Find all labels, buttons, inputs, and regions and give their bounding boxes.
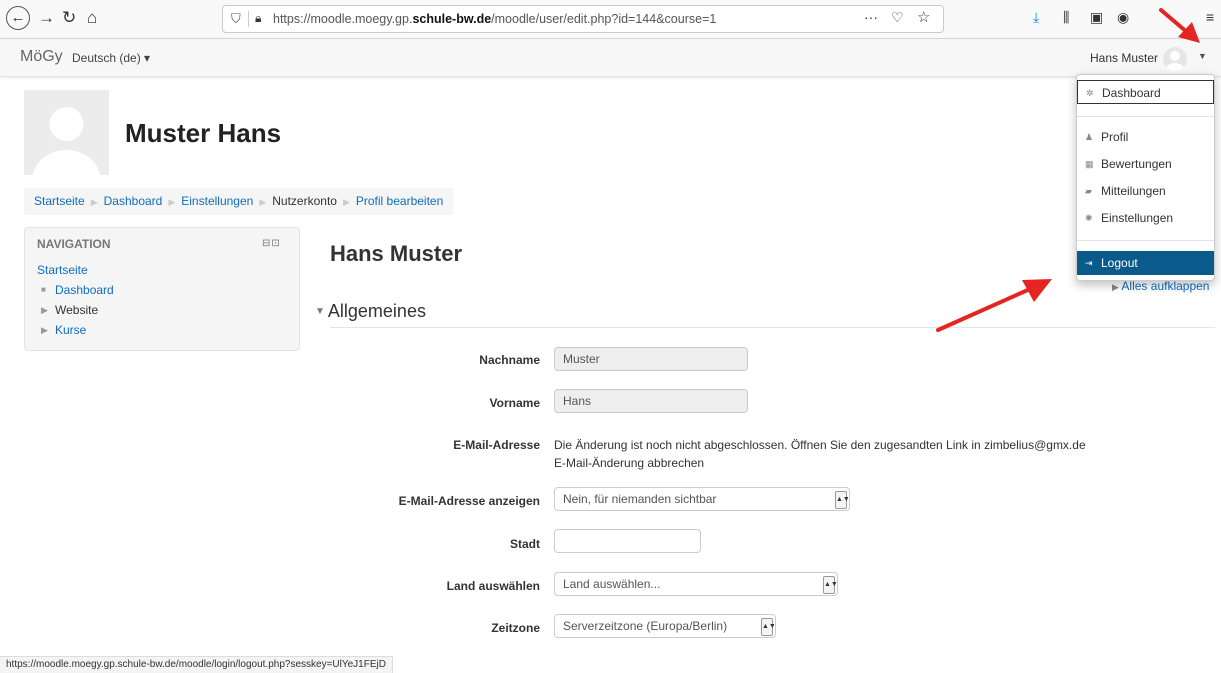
user-menu-name[interactable]: Hans Muster bbox=[1090, 51, 1158, 65]
gear-icon: ✺ bbox=[1085, 213, 1093, 223]
navigation-block-title: NAVIGATION bbox=[37, 237, 111, 251]
zeitzone-select[interactable]: Serverzeitzone (Europa/Berlin) ▲▼ bbox=[554, 614, 776, 638]
sidebar-icon[interactable]: ▣ bbox=[1090, 9, 1103, 26]
select-arrow-icon: ▲▼ bbox=[823, 576, 838, 594]
status-bar-url: https://moodle.moegy.gp.schule-bw.de/moo… bbox=[0, 656, 393, 673]
breadcrumb-divider-icon: ▶ bbox=[90, 197, 98, 207]
comment-icon: ▰ bbox=[1085, 186, 1092, 196]
forward-icon[interactable]: → bbox=[38, 9, 55, 27]
expand-arrow-icon: ▶ bbox=[1112, 282, 1122, 292]
nav-item-kurse[interactable]: Kurse bbox=[55, 323, 86, 337]
menu-separator bbox=[1077, 116, 1214, 117]
expand-arrow-icon[interactable]: ▶ bbox=[41, 303, 48, 317]
logout-icon: ⇥ bbox=[1085, 258, 1093, 268]
menu-icon[interactable]: ≡ bbox=[1206, 9, 1214, 25]
section-allgemeines[interactable]: ▼ Allgemeines bbox=[315, 301, 426, 322]
menu-item-dashboard[interactable]: ✲ Dashboard bbox=[1077, 80, 1214, 104]
download-icon[interactable]: ⤓ bbox=[1033, 9, 1039, 26]
email-change-notice: Die Änderung ist noch nicht abgeschlosse… bbox=[554, 438, 1086, 452]
language-menu[interactable]: Deutsch (de) ▾ bbox=[72, 51, 150, 65]
home-icon[interactable]: ⌂ bbox=[87, 9, 97, 27]
breadcrumb-divider-icon: ▶ bbox=[168, 197, 176, 207]
section-divider bbox=[330, 327, 1215, 328]
breadcrumb-profil-bearbeiten[interactable]: Profil bearbeiten bbox=[356, 194, 443, 208]
dashboard-icon: ✲ bbox=[1086, 88, 1094, 98]
stadt-field[interactable] bbox=[554, 529, 701, 553]
site-brand[interactable]: MöGy bbox=[20, 48, 63, 66]
back-icon[interactable]: ← bbox=[6, 6, 30, 30]
label-stadt: Stadt bbox=[510, 537, 540, 551]
breadcrumb-nutzerkonto: Nutzerkonto bbox=[272, 194, 337, 208]
menu-item-bewertungen[interactable]: ▦ Bewertungen bbox=[1077, 152, 1214, 176]
label-email: E-Mail-Adresse bbox=[453, 438, 540, 452]
block-controls-icon[interactable]: ⊟⊡ bbox=[262, 238, 281, 249]
address-bar[interactable]: ⛉ 🔒︎ https://moodle.moegy.gp.schule-bw.d… bbox=[222, 5, 944, 33]
moodle-navbar: MöGy Deutsch (de) ▾ Hans Muster ▼ bbox=[0, 39, 1221, 77]
vorname-field[interactable]: Hans bbox=[554, 389, 748, 413]
land-select[interactable]: Land auswählen... ▲▼ bbox=[554, 572, 838, 596]
breadcrumb-dashboard[interactable]: Dashboard bbox=[104, 194, 163, 208]
breadcrumb-einstellungen[interactable]: Einstellungen bbox=[181, 194, 253, 208]
urlbar-divider bbox=[248, 11, 249, 27]
label-nachname: Nachname bbox=[479, 353, 540, 367]
breadcrumb-startseite[interactable]: Startseite bbox=[34, 194, 85, 208]
collapse-arrow-icon: ▼ bbox=[315, 306, 325, 317]
shield-icon: ⛉ bbox=[231, 11, 241, 26]
bullet-icon: ■ bbox=[41, 285, 46, 294]
label-vorname: Vorname bbox=[489, 396, 540, 410]
library-icon[interactable]: ⫼ bbox=[1063, 9, 1069, 26]
label-email-display: E-Mail-Adresse anzeigen bbox=[398, 494, 540, 508]
nav-item-dashboard[interactable]: Dashboard bbox=[55, 283, 114, 297]
email-display-select[interactable]: Nein, für niemanden sichtbar ▲▼ bbox=[554, 487, 850, 511]
page-heading-fullname: Muster Hans bbox=[125, 118, 282, 148]
select-arrow-icon: ▲▼ bbox=[761, 618, 776, 636]
profile-picture bbox=[24, 90, 109, 175]
lock-icon: 🔒︎ bbox=[255, 11, 262, 25]
label-land: Land auswählen bbox=[446, 579, 540, 593]
user-menu-dropdown: ✲ Dashboard ♟ Profil ▦ Bewertungen ▰ Mitteil… bbox=[1076, 74, 1215, 281]
page-actions-icon[interactable]: ··· bbox=[864, 9, 878, 25]
breadcrumb-divider-icon: ▶ bbox=[342, 197, 350, 207]
user-silhouette-icon bbox=[32, 107, 101, 175]
page-title: Hans Muster bbox=[330, 241, 463, 266]
account-icon[interactable]: ◉ bbox=[1117, 9, 1129, 26]
menu-item-logout[interactable]: ⇥ Logout bbox=[1077, 251, 1214, 275]
menu-item-mitteilungen[interactable]: ▰ Mitteilungen bbox=[1077, 179, 1214, 203]
navigation-block: NAVIGATION ⊟⊡ Startseite ■ Dashboard ▶ W… bbox=[24, 227, 300, 351]
breadcrumb: Startseite ▶ Dashboard ▶ Einstellungen ▶ Nutze… bbox=[24, 188, 454, 215]
nav-item-website[interactable]: Website bbox=[55, 303, 98, 317]
breadcrumb-divider-icon: ▶ bbox=[259, 197, 267, 207]
expand-arrow-icon[interactable]: ▶ bbox=[41, 323, 48, 337]
user-silhouette-icon bbox=[1165, 51, 1185, 71]
pocket-icon[interactable]: ♡ bbox=[891, 9, 904, 26]
menu-separator bbox=[1077, 240, 1214, 241]
menu-item-profil[interactable]: ♟ Profil bbox=[1077, 125, 1214, 149]
select-arrow-icon: ▲▼ bbox=[835, 491, 850, 509]
bookmark-star-icon[interactable]: ☆ bbox=[917, 8, 930, 26]
url-text: https://moodle.moegy.gp.schule-bw.de/moo… bbox=[273, 12, 717, 26]
email-change-cancel-link[interactable]: E-Mail-Änderung abbrechen bbox=[554, 456, 704, 470]
browser-toolbar: ← → ↻ ⌂ ⛉ 🔒︎ https://moodle.moegy.gp.sch… bbox=[0, 0, 1221, 39]
user-avatar[interactable] bbox=[1163, 47, 1187, 71]
chevron-down-icon[interactable]: ▼ bbox=[1198, 51, 1207, 61]
expand-all-link[interactable]: ▶ Alles aufklappen bbox=[1112, 279, 1209, 293]
reload-icon[interactable]: ↻ bbox=[62, 9, 76, 27]
nav-item-startseite[interactable]: Startseite bbox=[37, 263, 88, 277]
annotation-arrow-right bbox=[936, 279, 1052, 332]
nachname-field[interactable]: Muster bbox=[554, 347, 748, 371]
label-zeitzone: Zeitzone bbox=[491, 621, 540, 635]
user-icon: ♟ bbox=[1085, 132, 1094, 142]
menu-item-einstellungen[interactable]: ✺ Einstellungen bbox=[1077, 206, 1214, 230]
table-icon: ▦ bbox=[1085, 159, 1094, 169]
